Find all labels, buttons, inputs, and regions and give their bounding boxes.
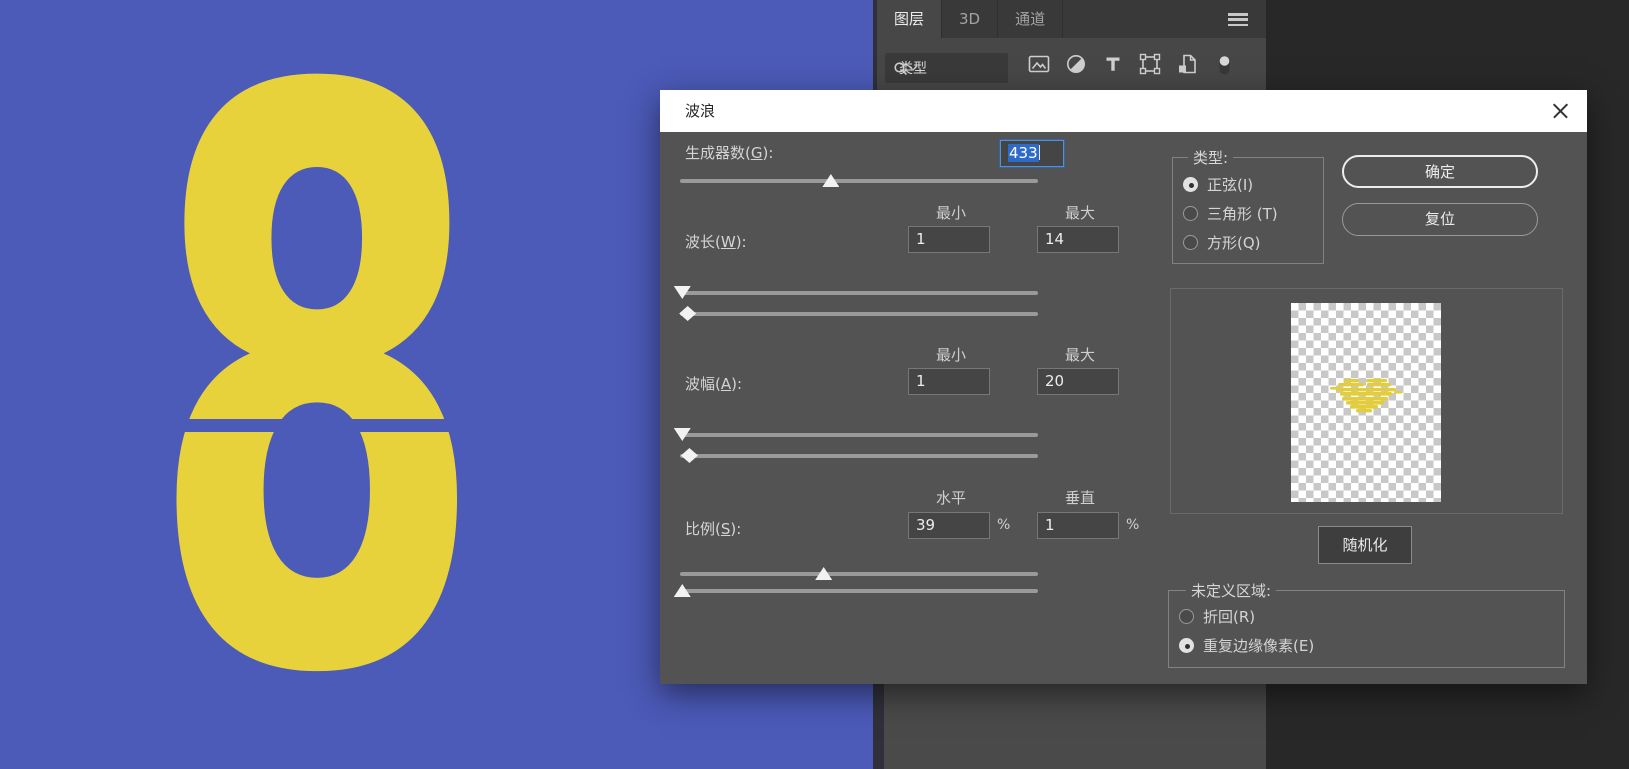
scale-horizontal-slider[interactable] — [680, 567, 1038, 581]
wavelength-min-slider[interactable] — [680, 286, 1038, 300]
layer-filter-type-select[interactable]: 类型 — [885, 53, 1008, 83]
dialog-body: 生成器数(G): 433 最小 最大 波长(W): 1 14 — [660, 132, 1587, 684]
wavelength-min-input[interactable]: 1 — [908, 226, 990, 253]
scale-vertical-header: 垂直 — [1039, 487, 1121, 508]
ok-button[interactable]: 确定 — [1342, 155, 1538, 188]
generators-input[interactable]: 433 — [1000, 140, 1064, 167]
wavelength-max-slider[interactable] — [680, 307, 1038, 321]
dialog-title-bar[interactable]: 波浪 — [660, 90, 1587, 132]
type-option-sine[interactable]: 正弦(I) — [1173, 170, 1323, 199]
tab-3d[interactable]: 3D — [942, 0, 998, 38]
scale-label: 比例(S): — [685, 518, 741, 539]
slider-track — [680, 454, 1038, 458]
wavelength-min-header: 最小 — [910, 202, 992, 223]
amplitude-min-header: 最小 — [910, 344, 992, 365]
amplitude-max-header: 最大 — [1039, 344, 1121, 365]
layers-panel-header: 图层 3D 通道 类型 — [877, 0, 1266, 90]
amplitude-max-slider[interactable] — [680, 449, 1038, 463]
smart-object-icon[interactable] — [1175, 52, 1199, 76]
slider-track — [680, 291, 1038, 295]
generators-label: 生成器数(G): — [685, 142, 773, 163]
radio-on-icon[interactable] — [1183, 177, 1198, 192]
preview-panel — [1170, 288, 1563, 514]
type-option-triangle[interactable]: 三角形 (T) — [1173, 199, 1323, 228]
slider-track — [680, 433, 1038, 437]
radio-off-icon[interactable] — [1183, 206, 1198, 221]
undefined-areas-group: 未定义区域: 折回(R) 重复边缘像素(E) — [1168, 580, 1565, 668]
scale-horizontal-unit: % — [997, 517, 1010, 533]
wavelength-max-thumb[interactable] — [679, 306, 696, 321]
reset-button[interactable]: 复位 — [1342, 203, 1538, 236]
type-option-square-label: 方形(Q) — [1207, 232, 1261, 253]
randomize-button[interactable]: 随机化 — [1318, 526, 1412, 564]
screen: 8 图层 3D 通道 类型 — [0, 0, 1629, 769]
amplitude-min-input[interactable]: 1 — [908, 368, 990, 395]
image-layers-icon[interactable] — [1027, 52, 1051, 76]
scale-horizontal-header: 水平 — [910, 487, 992, 508]
radio-off-icon[interactable] — [1183, 235, 1198, 250]
layer-filter-row: 类型 — [877, 38, 1266, 90]
type-option-sine-label: 正弦(I) — [1207, 174, 1253, 195]
digit-slice-gap — [140, 419, 498, 432]
generators-slider[interactable] — [680, 174, 1038, 188]
scale-horizontal-input[interactable]: 39 — [908, 512, 990, 539]
dialog-title: 波浪 — [685, 90, 715, 132]
scale-vertical-input[interactable]: 1 — [1037, 512, 1119, 539]
slider-track — [680, 179, 1038, 183]
tab-channels[interactable]: 通道 — [998, 0, 1063, 38]
tab-layers[interactable]: 图层 — [877, 0, 942, 38]
canvas-digit-8: 8 — [131, 0, 503, 769]
radio-on-icon[interactable] — [1179, 638, 1194, 653]
scale-vertical-slider[interactable] — [680, 584, 1038, 598]
slider-track — [680, 312, 1038, 316]
close-icon[interactable] — [1547, 98, 1573, 124]
wavelength-max-input[interactable]: 14 — [1037, 226, 1119, 253]
panel-tab-bar: 图层 3D 通道 — [877, 0, 1266, 38]
type-option-square[interactable]: 方形(Q) — [1173, 228, 1323, 257]
adjustment-layers-icon[interactable] — [1064, 52, 1088, 76]
amplitude-label: 波幅(A): — [685, 373, 742, 394]
type-layers-icon[interactable] — [1101, 52, 1125, 76]
amplitude-max-input[interactable]: 20 — [1037, 368, 1119, 395]
type-option-triangle-label: 三角形 (T) — [1207, 203, 1278, 224]
type-group-legend: 类型: — [1188, 147, 1233, 168]
wavelength-max-header: 最大 — [1039, 202, 1121, 223]
visibility-toggle-icon[interactable] — [1212, 52, 1236, 76]
panel-menu-icon[interactable] — [1228, 13, 1248, 26]
wave-preview-blob — [1330, 379, 1402, 423]
amplitude-max-thumb[interactable] — [681, 448, 698, 463]
slider-track — [680, 572, 1038, 576]
wave-dialog: 波浪 生成器数(G): 433 最小 最大 波长(W): 1 14 — [660, 90, 1587, 684]
undefined-option-repeat-edge[interactable]: 重复边缘像素(E) — [1169, 631, 1564, 660]
undefined-option-wrap-label: 折回(R) — [1203, 606, 1255, 627]
amplitude-min-slider[interactable] — [680, 428, 1038, 442]
layer-filter-label: 类型 — [899, 58, 927, 78]
undefined-option-wrap[interactable]: 折回(R) — [1169, 602, 1564, 631]
undefined-option-repeat-edge-label: 重复边缘像素(E) — [1203, 635, 1314, 656]
slider-track — [680, 589, 1038, 593]
radio-off-icon[interactable] — [1179, 609, 1194, 624]
undefined-areas-legend: 未定义区域: — [1186, 580, 1276, 601]
type-group: 类型: 正弦(I) 三角形 (T) 方形(Q) — [1172, 147, 1324, 264]
wavelength-label: 波长(W): — [685, 231, 747, 252]
preview-transparency-checkerboard — [1291, 303, 1441, 502]
scale-vertical-unit: % — [1126, 517, 1139, 533]
shape-layers-icon[interactable] — [1138, 52, 1162, 76]
layer-filter-icons — [1027, 52, 1236, 76]
